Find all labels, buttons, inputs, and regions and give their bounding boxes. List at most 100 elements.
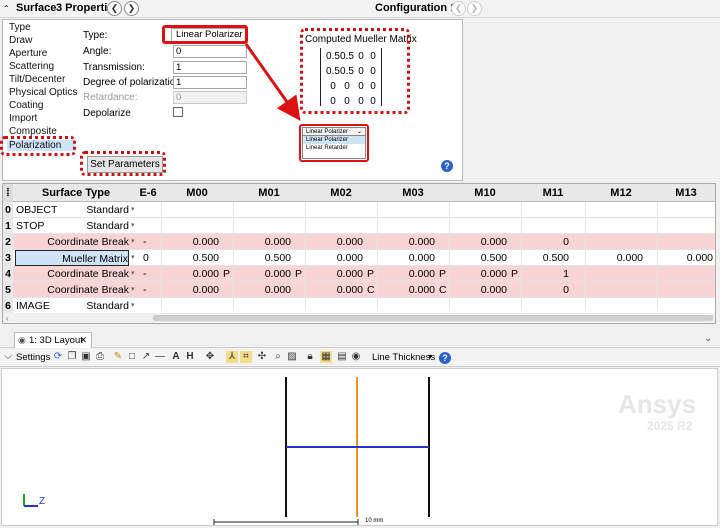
degree-input[interactable]: 1 xyxy=(173,76,247,89)
row-number[interactable]: 6 xyxy=(3,298,13,314)
row-number[interactable]: 0 xyxy=(3,202,13,218)
next-config-button[interactable]: ❯ xyxy=(467,1,482,16)
column-header[interactable]: E-6 xyxy=(139,184,157,202)
value-cell[interactable] xyxy=(449,202,507,218)
lock-icon[interactable]: 🔒︎ xyxy=(304,351,316,363)
column-header[interactable]: M10 xyxy=(449,184,521,202)
depolarize-checkbox[interactable] xyxy=(173,107,183,117)
value-cell[interactable]: 0.000 xyxy=(305,282,363,298)
value-cell[interactable]: 0.000 xyxy=(449,282,507,298)
value-cell[interactable]: 1 xyxy=(521,266,569,282)
value-cell[interactable] xyxy=(585,298,643,314)
row-number[interactable]: 4 xyxy=(3,266,13,282)
rotate-icon[interactable]: ✥ xyxy=(204,351,216,363)
surface-type-cell[interactable]: Coordinate Break xyxy=(13,234,129,250)
value-cell[interactable]: 0.000 xyxy=(377,266,435,282)
value-cell[interactable]: 0.500 xyxy=(521,250,569,266)
column-header[interactable]: M00 xyxy=(161,184,233,202)
value-cell[interactable] xyxy=(377,298,435,314)
value-cell[interactable]: 0.000 xyxy=(233,266,291,282)
text-icon[interactable]: A xyxy=(170,351,182,363)
value-cell[interactable]: 0.000 xyxy=(657,250,713,266)
column-header[interactable]: Surface Type xyxy=(13,184,139,202)
grid-icon[interactable]: ▦ xyxy=(320,351,332,363)
chevron-down-icon[interactable]: ▾ xyxy=(131,298,135,314)
category-coating[interactable]: Coating xyxy=(9,100,43,111)
chevron-down-icon[interactable]: ▾ xyxy=(131,218,135,234)
value-cell[interactable] xyxy=(657,282,713,298)
value-cell[interactable]: 0.000 xyxy=(305,266,363,282)
rectangle-icon[interactable]: □ xyxy=(126,351,138,363)
e6-cell[interactable]: - xyxy=(143,266,147,282)
surface-type-cell[interactable]: Mueller Matrix xyxy=(15,250,129,266)
surface-type-cell[interactable]: Standard xyxy=(13,298,129,314)
chevron-down-icon[interactable]: ▾ xyxy=(131,234,135,250)
chevron-down-circle-icon[interactable]: ⌵ xyxy=(2,351,14,363)
line-thickness-button[interactable]: Line Thickness xyxy=(372,352,435,363)
scrollbar-thumb[interactable] xyxy=(153,315,713,321)
surface-type-cell[interactable]: Standard xyxy=(13,218,129,234)
value-cell[interactable] xyxy=(521,218,569,234)
collapse-icon[interactable]: ⌃ xyxy=(3,4,10,13)
value-cell[interactable]: 0.000 xyxy=(161,234,219,250)
value-cell[interactable] xyxy=(521,202,569,218)
row-number[interactable]: 3 xyxy=(3,250,13,266)
chevron-down-icon[interactable]: ▾ xyxy=(131,202,135,218)
value-cell[interactable]: 0.000 xyxy=(377,250,435,266)
category-physical-optics[interactable]: Physical Optics xyxy=(9,87,77,98)
value-cell[interactable] xyxy=(233,218,291,234)
solve-flag-cell[interactable]: P xyxy=(367,266,374,282)
dropdown-arrow-icon[interactable]: ⌄ xyxy=(704,333,712,344)
image-icon[interactable]: ▨ xyxy=(286,351,298,363)
value-cell[interactable]: 0.000 xyxy=(305,234,363,250)
column-header[interactable]: M12 xyxy=(585,184,657,202)
solve-flag-cell[interactable]: C xyxy=(367,282,375,298)
transmission-input[interactable]: 1 xyxy=(173,61,247,74)
line-icon[interactable]: — xyxy=(154,351,166,363)
fit-icon[interactable]: ⌗ xyxy=(240,351,252,363)
chevron-down-icon[interactable]: ▾ xyxy=(131,282,135,298)
value-cell[interactable] xyxy=(161,202,219,218)
scroll-left-icon[interactable]: ‹ xyxy=(6,314,9,323)
value-cell[interactable]: 0 xyxy=(521,282,569,298)
window-icon[interactable]: ▤ xyxy=(336,351,348,363)
table-row[interactable]: 2 Coordinate Break ▾ -0.000 0.000 0.000 0.000 0… xyxy=(3,234,715,250)
value-cell[interactable]: 0.000 xyxy=(161,282,219,298)
value-cell[interactable]: 0.500 xyxy=(233,250,291,266)
value-cell[interactable]: 0.000 xyxy=(305,250,363,266)
chevron-down-icon[interactable]: ▾ xyxy=(131,266,135,282)
column-header[interactable]: M01 xyxy=(233,184,305,202)
arrow-line-icon[interactable]: ↗ xyxy=(140,351,152,363)
value-cell[interactable]: 0.500 xyxy=(161,250,219,266)
category-import[interactable]: Import xyxy=(9,113,37,124)
table-row[interactable]: 6 IMAGE Standard ▾ xyxy=(3,298,715,314)
dimension-icon[interactable]: H xyxy=(184,351,196,363)
value-cell[interactable] xyxy=(657,202,713,218)
column-header[interactable]: M13 xyxy=(657,184,715,202)
row-number[interactable]: 2 xyxy=(3,234,13,250)
surface-type-cell[interactable]: Coordinate Break xyxy=(13,282,129,298)
category-scattering[interactable]: Scattering xyxy=(9,61,54,72)
value-cell[interactable]: 0 xyxy=(521,234,569,250)
value-cell[interactable] xyxy=(449,298,507,314)
table-row[interactable]: 3 Mueller Matrix ▾ 0 0.500 0.500 0.000 0.000 0.5… xyxy=(3,250,715,266)
column-header[interactable]: M02 xyxy=(305,184,377,202)
solve-flag-cell[interactable]: P xyxy=(439,266,446,282)
column-header[interactable]: M11 xyxy=(521,184,585,202)
e6-cell[interactable]: 0 xyxy=(143,250,149,266)
value-cell[interactable] xyxy=(161,218,219,234)
value-cell[interactable] xyxy=(449,218,507,234)
value-cell[interactable] xyxy=(233,298,291,314)
value-cell[interactable] xyxy=(657,218,713,234)
tab-3d-layout[interactable]: ◉ 1: 3D Layout ✕ xyxy=(14,332,92,348)
solve-flag-cell[interactable]: P xyxy=(223,266,230,282)
surface-type-cell[interactable]: Coordinate Break xyxy=(13,266,129,282)
row-number[interactable]: 5 xyxy=(3,282,13,298)
pan-icon[interactable]: ✣ xyxy=(256,351,268,363)
3d-layout-canvas[interactable]: 10 mm Z Ansys 2025 R2 xyxy=(1,368,718,526)
zoom-icon[interactable]: ⌕ xyxy=(272,351,284,363)
value-cell[interactable]: 0.500 xyxy=(449,250,507,266)
table-row[interactable]: 0 OBJECT Standard ▾ xyxy=(3,202,715,218)
settings-button[interactable]: Settings xyxy=(16,352,50,363)
solve-flag-cell[interactable]: P xyxy=(295,266,302,282)
